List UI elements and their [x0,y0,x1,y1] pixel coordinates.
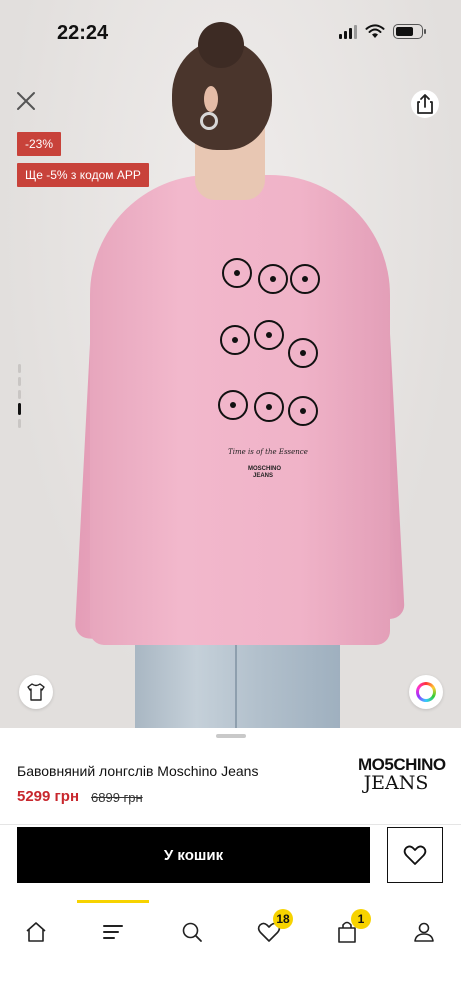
menu-icon [103,925,123,939]
nav-profile[interactable] [404,915,444,949]
sheet-drag-handle[interactable] [216,734,246,738]
flower-icon [254,392,284,422]
search-icon [182,922,202,942]
nav-search[interactable] [172,915,212,949]
pagination-dot[interactable] [18,390,21,399]
share-icon [417,94,433,114]
pagination-dot[interactable] [18,419,21,428]
flower-print [210,250,330,450]
status-icons [339,24,426,39]
garment-logo: MOSCHINO JEANS [248,466,281,480]
nav-favorites[interactable]: 18 [249,909,293,949]
garment-logo-line2: JEANS [252,473,273,479]
nav-home[interactable] [16,915,56,949]
product-photo[interactable]: Time is of the Essence MOSCHINO JEANS [0,0,461,728]
flower-icon [288,396,318,426]
flower-icon [222,258,252,288]
color-picker-button[interactable] [409,675,443,709]
garment-script-text: Time is of the Essence [228,448,308,456]
add-to-cart-label: У кошик [163,846,224,864]
add-to-cart-button[interactable]: У кошик [17,827,370,883]
nav-cart[interactable]: 1 [327,909,371,949]
brand-logo[interactable]: MO5CHINO JEANS [358,756,446,794]
wifi-icon [365,24,385,38]
brand-logo-line2: JEANS [363,772,429,794]
model-ear [204,86,218,112]
flower-icon [290,264,320,294]
price-old: 6899 грн [91,790,143,805]
favorites-count-badge: 18 [273,909,293,929]
nav-active-indicator [77,900,149,903]
user-icon [414,922,434,942]
favorite-button[interactable] [387,827,443,883]
gallery-pagination[interactable] [18,364,21,428]
flower-icon [220,325,250,355]
flower-icon [254,320,284,350]
home-icon [26,922,46,942]
close-button[interactable] [14,89,38,113]
battery-icon [393,24,426,39]
divider [0,824,461,825]
price-current: 5299 грн [17,788,80,805]
hoop-earring [200,112,218,130]
discount-badge: -23% [17,132,62,156]
size-guide-button[interactable] [19,675,53,709]
status-time: 22:24 [57,22,109,44]
status-bar: 22:24 [0,0,461,64]
flower-icon [288,338,318,368]
garment-logo-line1: MOSCHINO [248,466,281,472]
pagination-dot-active[interactable] [18,403,21,415]
app-promo-badge: Ще -5% з кодом APP [17,163,149,187]
close-icon [17,92,35,110]
pagination-dot[interactable] [18,377,21,386]
bottom-nav: 18 1 [0,900,461,999]
share-button[interactable] [411,90,439,118]
flower-icon [218,390,248,420]
flower-icon [258,264,288,294]
t-shirt-icon [27,683,45,701]
cellular-signal-icon [339,24,357,39]
nav-catalog[interactable] [93,915,133,949]
product-title: Бавовняний лонгслів Moschino Jeans [17,763,259,779]
heart-icon [403,845,427,865]
color-wheel-icon [416,682,436,702]
pagination-dot[interactable] [18,364,21,373]
cart-count-badge: 1 [351,909,371,929]
